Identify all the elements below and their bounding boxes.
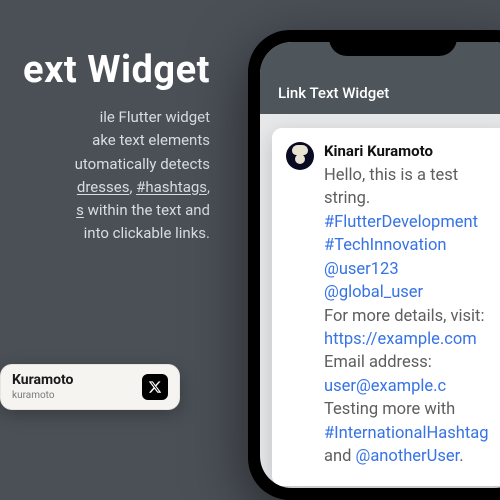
x-icon[interactable] — [142, 374, 168, 400]
post-plain: . — [459, 447, 463, 466]
post-card: Kinari Kuramoto Hello, this is a test st… — [272, 128, 500, 486]
promo-underlined: #hashtags — [136, 178, 207, 196]
mention-link[interactable]: @global_user — [324, 283, 423, 302]
phone-screen: Link Text Widget Kinari Kuramoto Hello, … — [260, 42, 500, 488]
promo-underlined: dresses — [77, 178, 130, 196]
author-card[interactable]: Kuramoto kuramoto — [0, 364, 180, 410]
hashtag-link[interactable]: #TechInnovation — [324, 236, 446, 255]
post-body: Kinari Kuramoto Hello, this is a test st… — [324, 142, 500, 468]
promo-title: ext Widget — [0, 48, 210, 92]
promo-line: utomatically detects — [75, 155, 210, 173]
post-plain: and — [324, 447, 356, 466]
author-text: Kuramoto kuramoto — [12, 373, 134, 401]
post-text: Hello, this is a test string. #FlutterDe… — [324, 164, 500, 468]
promo-line: into clickable links. — [84, 224, 210, 242]
avatar[interactable] — [286, 142, 314, 170]
author-handle: kuramoto — [12, 390, 134, 401]
appbar-title: Link Text Widget — [278, 84, 389, 102]
promo-sep: , — [207, 178, 210, 196]
author-name: Kuramoto — [12, 373, 134, 388]
post-author: Kinari Kuramoto — [324, 142, 500, 160]
phone-mock: Link Text Widget Kinari Kuramoto Hello, … — [248, 30, 500, 500]
mention-link[interactable]: @anotherUser — [356, 447, 460, 466]
email-link[interactable]: user@example.c — [324, 377, 446, 396]
phone-notch — [329, 30, 457, 56]
promo-line: ile Flutter widget — [100, 108, 210, 126]
post-plain: Testing more with — [324, 400, 455, 419]
promo-line: ake text elements — [92, 131, 210, 149]
promo-line: within the text and — [84, 201, 210, 219]
post-plain: Hello, this is a test string. — [324, 166, 458, 208]
promo-underlined: s — [76, 201, 84, 219]
hashtag-link[interactable]: #InternationalHashtag — [324, 424, 489, 443]
url-link[interactable]: https://example.com — [324, 330, 477, 349]
promo-panel: ext Widget ile Flutter widget ake text e… — [0, 48, 210, 246]
hashtag-link[interactable]: #FlutterDevelopment — [324, 213, 478, 232]
promo-description: ile Flutter widget ake text elements uto… — [0, 106, 210, 246]
post-plain: Email address: — [324, 353, 432, 372]
post-plain: For more details, visit: — [324, 307, 484, 326]
mention-link[interactable]: @user123 — [324, 260, 399, 279]
